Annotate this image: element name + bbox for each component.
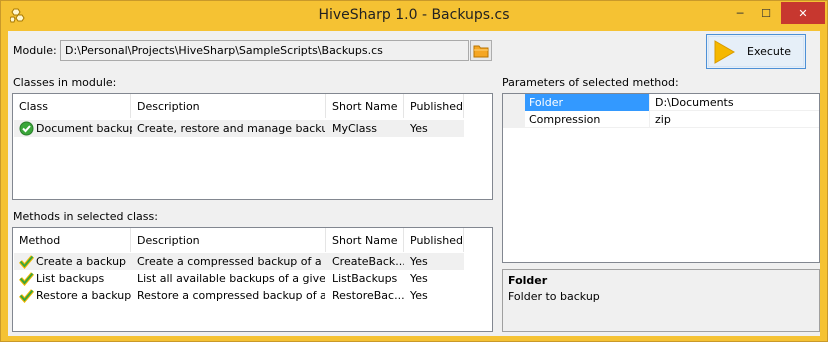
column-header-description[interactable]: Description xyxy=(131,228,326,252)
class-row[interactable]: Document backups Create, restore and man… xyxy=(14,120,464,137)
parameter-name[interactable]: Compression xyxy=(525,111,650,128)
methods-list-header: Method Description Short Name Published xyxy=(13,228,492,252)
minimize-button[interactable]: ─ xyxy=(727,2,753,24)
method-row[interactable]: Create a backup Create a compressed back… xyxy=(14,253,464,270)
green-check-icon xyxy=(19,289,34,303)
column-header-class[interactable]: Class xyxy=(13,94,131,118)
help-description: Folder to backup xyxy=(508,290,600,303)
method-description: List all available backups of a given f.… xyxy=(137,272,325,285)
parameter-value[interactable]: zip xyxy=(651,111,819,128)
help-title: Folder xyxy=(508,274,548,287)
method-short-name: RestoreBac... xyxy=(332,289,404,302)
method-published: Yes xyxy=(410,289,428,302)
method-published: Yes xyxy=(410,272,428,285)
close-button[interactable]: ✕ xyxy=(781,2,825,24)
column-header-method[interactable]: Method xyxy=(13,228,131,252)
methods-list[interactable]: Method Description Short Name Published … xyxy=(12,227,493,332)
parameter-name[interactable]: Folder xyxy=(525,94,650,111)
title-bar[interactable]: HiveSharp 1.0 - Backups.cs ─ ☐ ✕ xyxy=(1,1,827,31)
method-name: Create a backup xyxy=(36,255,127,268)
parameter-help-box: Folder Folder to backup xyxy=(502,269,820,332)
method-short-name: CreateBack... xyxy=(332,255,404,268)
green-check-icon xyxy=(19,121,34,136)
methods-section-label: Methods in selected class: xyxy=(13,210,158,223)
client-area: Module: D:\Personal\Projects\HiveSharp\S… xyxy=(8,31,820,336)
module-label: Module: xyxy=(13,44,57,57)
method-row[interactable]: Restore a backup Restore a compressed ba… xyxy=(14,287,464,304)
parameter-row[interactable]: Folder D:\Documents xyxy=(503,94,819,111)
class-name: Document backups xyxy=(36,122,132,135)
green-check-icon xyxy=(19,255,34,269)
parameter-value[interactable]: D:\Documents xyxy=(651,94,819,111)
app-window: HiveSharp 1.0 - Backups.cs ─ ☐ ✕ Module:… xyxy=(0,0,828,342)
column-header-short-name[interactable]: Short Name xyxy=(326,94,404,118)
method-description: Create a compressed backup of a gi... xyxy=(137,255,325,268)
column-header-published[interactable]: Published xyxy=(404,94,464,118)
column-header-short-name[interactable]: Short Name xyxy=(326,228,404,252)
method-name: List backups xyxy=(36,272,105,285)
class-description: Create, restore and manage backup... xyxy=(137,122,325,135)
module-path-field[interactable]: D:\Personal\Projects\HiveSharp\SampleScr… xyxy=(60,40,469,61)
column-header-published[interactable]: Published xyxy=(404,228,464,252)
method-short-name: ListBackups xyxy=(332,272,398,285)
folder-icon xyxy=(473,45,489,57)
method-name: Restore a backup xyxy=(36,289,132,302)
method-description: Restore a compressed backup of a ... xyxy=(137,289,325,302)
browse-button[interactable] xyxy=(470,40,492,61)
parameters-section-label: Parameters of selected method: xyxy=(502,76,679,89)
window-title: HiveSharp 1.0 - Backups.cs xyxy=(318,7,510,23)
method-published: Yes xyxy=(410,255,428,268)
method-row[interactable]: List backups List all available backups … xyxy=(14,270,464,287)
execute-button[interactable]: Execute xyxy=(706,34,806,69)
play-arrow-icon xyxy=(714,40,735,64)
class-published: Yes xyxy=(410,122,428,135)
classes-section-label: Classes in module: xyxy=(13,76,117,89)
green-check-icon xyxy=(19,272,34,286)
maximize-button[interactable]: ☐ xyxy=(753,2,779,24)
class-short-name: MyClass xyxy=(332,122,377,135)
parameter-row[interactable]: Compression zip xyxy=(503,111,819,128)
classes-list[interactable]: Class Description Short Name Published D… xyxy=(12,93,493,200)
parameters-grid[interactable]: Folder D:\Documents Compression zip xyxy=(502,93,820,263)
column-header-description[interactable]: Description xyxy=(131,94,326,118)
execute-label: Execute xyxy=(747,45,791,58)
classes-list-header: Class Description Short Name Published xyxy=(13,94,492,118)
